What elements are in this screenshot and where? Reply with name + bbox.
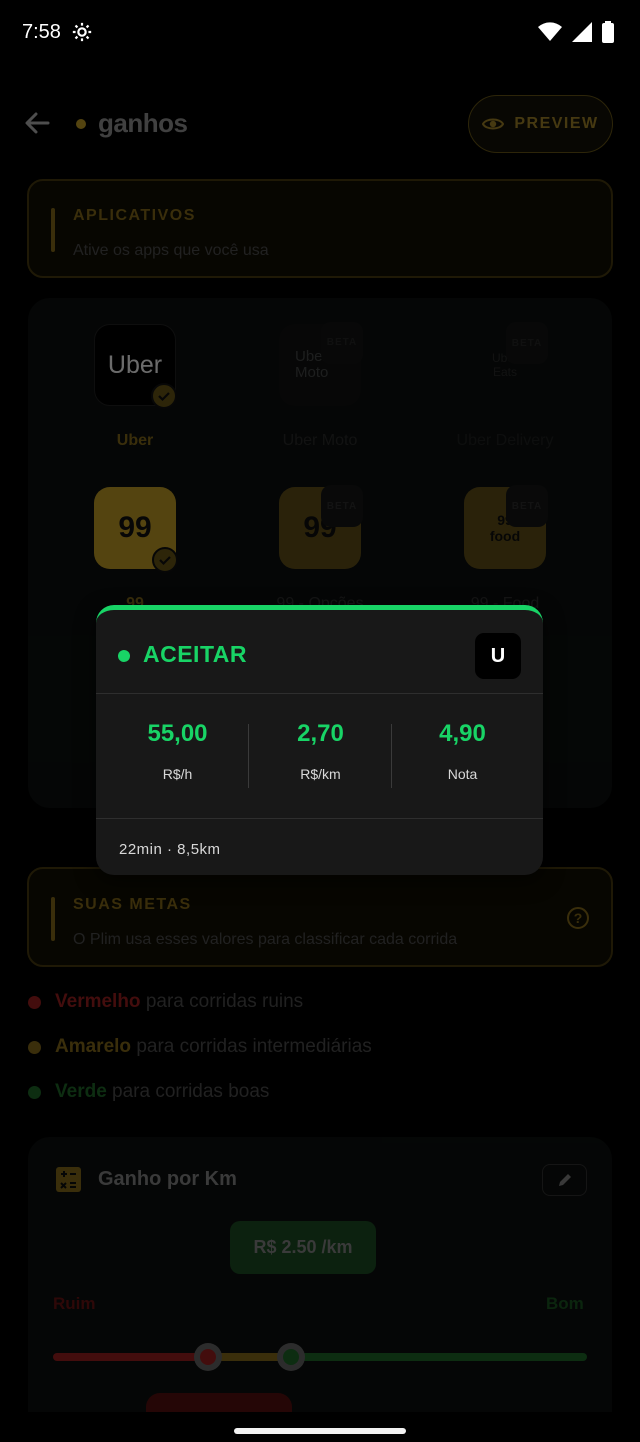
pencil-icon bbox=[558, 1174, 571, 1186]
app-label: Uber Moto bbox=[282, 432, 358, 449]
99-food-logo-tile: 99 food BETA bbox=[464, 485, 548, 569]
legend-item: Vermelho para corridas ruins bbox=[55, 991, 303, 1013]
slider-handle-high[interactable] bbox=[276, 1343, 305, 1371]
stat-value: 2,70 bbox=[297, 720, 344, 747]
km-card-title: Ganho por Km bbox=[98, 1168, 237, 1190]
app-99-food[interactable]: 99 food BETA 99 - Food bbox=[425, 485, 585, 613]
legend-color-name: Vermelho bbox=[55, 991, 141, 1012]
legend-color-name: Verde bbox=[55, 1081, 107, 1102]
stat-hourly: 55,00 R$/h bbox=[103, 694, 252, 816]
stat-label: R$/km bbox=[300, 766, 341, 782]
eye-icon bbox=[482, 118, 505, 130]
signal-icon bbox=[572, 22, 592, 42]
app-99-opcoes[interactable]: 99 BETA 99 - Opções bbox=[240, 485, 400, 613]
section-accent-bar bbox=[51, 897, 55, 941]
app-uber[interactable]: Uber Uber bbox=[55, 324, 215, 450]
check-icon bbox=[152, 547, 178, 573]
navigation-bar bbox=[0, 1412, 640, 1442]
beta-badge: BETA bbox=[506, 485, 548, 527]
goals-section-card: SUAS METAS O Plim usa esses valores para… bbox=[27, 867, 613, 967]
preview-button[interactable]: PREVIEW bbox=[468, 95, 613, 153]
app-uber-delivery[interactable]: Uber Eats BETA Uber Delivery bbox=[425, 322, 585, 450]
slider-track-red bbox=[53, 1353, 208, 1361]
bottom-button[interactable] bbox=[146, 1393, 292, 1412]
km-value-pill: R$ 2.50 /km bbox=[230, 1221, 376, 1274]
slider-track-green bbox=[290, 1353, 587, 1361]
goals-section-subtitle: O Plim usa esses valores para classifica… bbox=[73, 931, 458, 948]
uber-logo-tile: Uber bbox=[94, 324, 177, 409]
gesture-handle[interactable] bbox=[234, 1428, 406, 1434]
high-label: Bom bbox=[546, 1294, 584, 1313]
legend-text: para corridas ruins bbox=[145, 991, 304, 1012]
trip-info: 22min · 8,5km bbox=[119, 841, 221, 858]
page-title: ganhos bbox=[98, 108, 188, 138]
beta-badge: BETA bbox=[321, 485, 363, 527]
uber-tile-text: Uber bbox=[107, 350, 163, 379]
stat-label: Nota bbox=[447, 766, 478, 782]
ride-popup[interactable]: ACEITAR U 55,00 R$/h 2,70 R$/km 4,90 Not… bbox=[96, 605, 543, 875]
help-icon[interactable]: ? bbox=[567, 907, 589, 929]
battery-icon bbox=[602, 21, 614, 43]
uber-moto-logo-tile: Uber Moto BETA bbox=[279, 322, 363, 406]
stat-per-km: 2,70 R$/km bbox=[246, 694, 395, 816]
legend-text: para corridas boas bbox=[112, 1081, 270, 1102]
wifi-icon bbox=[538, 22, 562, 41]
edit-button[interactable] bbox=[542, 1164, 587, 1196]
uber-eats-logo-tile: Uber Eats BETA bbox=[464, 322, 548, 406]
app-label: Uber Delivery bbox=[456, 432, 554, 449]
status-time-group: 7:58 bbox=[22, 21, 93, 44]
calculator-icon bbox=[56, 1167, 81, 1192]
app-badge: U bbox=[475, 633, 521, 679]
legend-color-name: Amarelo bbox=[55, 1036, 132, 1057]
legend-text: para corridas intermediárias bbox=[136, 1036, 372, 1057]
apps-section-card: APLICATIVOS Ative os apps que você usa bbox=[27, 179, 613, 278]
99-logo-tile: 99 bbox=[94, 487, 178, 573]
green-dot bbox=[28, 1085, 41, 1099]
slider-handle-low[interactable] bbox=[193, 1343, 222, 1371]
stat-rating: 4,90 Nota bbox=[388, 694, 537, 816]
beta-badge: BETA bbox=[321, 322, 363, 364]
back-arrow-icon[interactable] bbox=[22, 108, 52, 138]
legend-yellow: Amarelo para corridas intermediárias bbox=[28, 1036, 618, 1058]
title-dot bbox=[76, 119, 86, 129]
legend-item: Verde para corridas boas bbox=[55, 1081, 269, 1103]
apps-section-subtitle: Ative os apps que você usa bbox=[73, 242, 269, 259]
stat-value: 55,00 bbox=[147, 720, 208, 747]
stat-label: R$/h bbox=[162, 766, 193, 782]
check-icon bbox=[151, 383, 177, 409]
preview-label: PREVIEW bbox=[514, 115, 599, 132]
low-label: Ruim bbox=[53, 1294, 96, 1313]
status-dot bbox=[118, 650, 130, 662]
popup-status: ACEITAR bbox=[143, 641, 248, 667]
popup-footer: 22min · 8,5km bbox=[96, 818, 543, 875]
app-label: Uber bbox=[116, 432, 154, 449]
settings-gear-icon bbox=[72, 22, 92, 42]
popup-header: ACEITAR U bbox=[96, 610, 543, 694]
legend-item: Amarelo para corridas intermediárias bbox=[55, 1036, 372, 1058]
99-opcoes-logo-tile: 99 BETA bbox=[279, 485, 363, 569]
goals-section-title: SUAS METAS bbox=[73, 896, 192, 913]
section-accent-bar bbox=[51, 208, 55, 252]
beta-badge: BETA bbox=[506, 322, 548, 364]
apps-section-title: APLICATIVOS bbox=[73, 207, 196, 224]
99-tile-text: 99 bbox=[118, 511, 152, 544]
legend-green: Verde para corridas boas bbox=[28, 1081, 618, 1103]
yellow-dot bbox=[28, 1040, 41, 1054]
status-bar: 7:58 bbox=[0, 0, 640, 64]
red-dot bbox=[28, 995, 41, 1009]
stat-value: 4,90 bbox=[439, 720, 486, 747]
status-icons bbox=[538, 21, 614, 43]
legend-red: Vermelho para corridas ruins bbox=[28, 991, 618, 1013]
app-uber-moto[interactable]: Uber Moto BETA Uber Moto bbox=[240, 322, 400, 450]
app-99[interactable]: 99 99 bbox=[55, 487, 215, 613]
km-card: Ganho por Km R$ 2.50 /km Ruim Bom bbox=[28, 1137, 612, 1412]
status-time: 7:58 bbox=[22, 20, 61, 43]
